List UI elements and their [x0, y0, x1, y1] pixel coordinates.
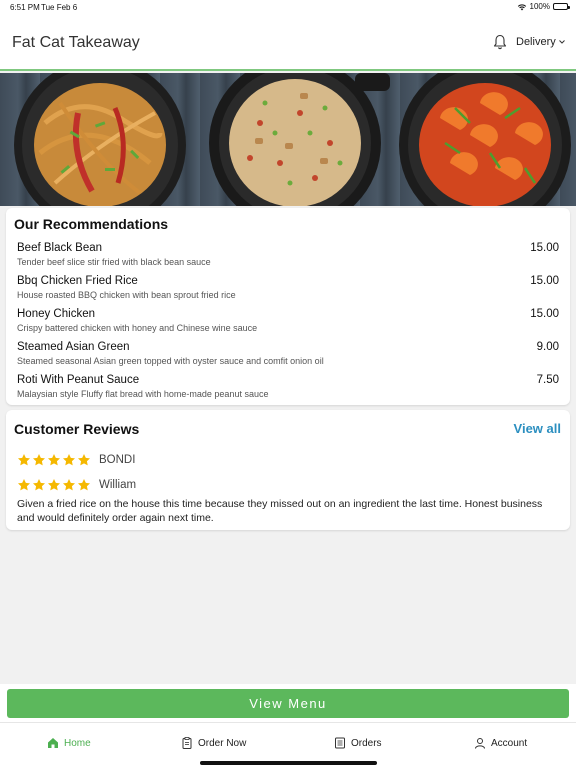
star-rating: [17, 478, 91, 492]
home-indicator: [200, 761, 377, 765]
menu-item-description: Steamed seasonal Asian green topped with…: [17, 356, 324, 366]
menu-item-description: Tender beef slice stir fried with black …: [17, 257, 211, 267]
hero-food-image: [0, 73, 576, 206]
star-icon: [77, 479, 91, 491]
menu-item-price: 7.50: [536, 374, 559, 386]
reviews-title: Customer Reviews: [14, 421, 140, 437]
star-icon: [77, 454, 91, 466]
menu-item-name: Honey Chicken: [17, 308, 95, 320]
chevron-down-icon[interactable]: [558, 38, 566, 46]
clipboard-icon: [182, 737, 192, 749]
menu-item-price: 9.00: [536, 341, 559, 353]
tab-label: Home: [64, 737, 91, 749]
home-icon: [48, 738, 58, 748]
tab-label: Order Now: [198, 737, 247, 749]
noodles-dish: [14, 73, 186, 206]
menu-item-price: 15.00: [530, 308, 559, 320]
star-icon: [32, 479, 46, 491]
menu-item[interactable]: Steamed Asian Green Steamed seasonal Asi…: [17, 341, 559, 371]
status-date: Tue Feb 6: [41, 3, 78, 12]
chilli-prawns-dish: [399, 73, 571, 206]
receipt-icon: [335, 737, 345, 749]
menu-item-description: Crispy battered chicken with honey and C…: [17, 323, 258, 333]
reviewer-name: William: [99, 479, 137, 491]
view-all-reviews-link[interactable]: View all: [514, 421, 561, 436]
status-time: 6:51 PM: [10, 3, 40, 12]
star-icon: [32, 454, 46, 466]
star-icon: [47, 479, 61, 491]
star-icon: [47, 454, 61, 466]
reviewer-name: BONDI: [99, 454, 136, 466]
wifi-icon: [517, 3, 526, 10]
review-header: BONDI: [17, 452, 135, 468]
review-text: Given a fried rice on the house this tim…: [17, 498, 543, 524]
menu-item-name: Bbq Chicken Fried Rice: [17, 275, 138, 287]
tab-home[interactable]: Home: [47, 737, 91, 749]
tab-account[interactable]: Account: [474, 737, 527, 749]
menu-item-description: Malaysian style Fluffy flat bread with h…: [17, 389, 269, 399]
recommendations-title: Our Recommendations: [14, 216, 169, 232]
recommendations-card: Our Recommendations Beef Black Bean Tend…: [6, 208, 570, 405]
status-right: 100%: [517, 2, 570, 11]
menu-item-price: 15.00: [530, 275, 559, 287]
star-icon: [17, 479, 31, 491]
tab-label: Orders: [351, 737, 382, 749]
menu-item[interactable]: Bbq Chicken Fried Rice House roasted BBQ…: [17, 275, 559, 305]
star-icon: [62, 479, 76, 491]
menu-item[interactable]: Roti With Peanut Sauce Malaysian style F…: [17, 374, 559, 404]
fried-rice-dish: [209, 73, 390, 206]
menu-item-name: Roti With Peanut Sauce: [17, 374, 140, 386]
menu-item[interactable]: Beef Black Bean Tender beef slice stir f…: [17, 242, 559, 272]
menu-item-description: House roasted BBQ chicken with bean spro…: [17, 290, 236, 300]
star-icon: [62, 454, 76, 466]
delivery-mode-select[interactable]: Delivery: [516, 36, 556, 48]
tab-order-now[interactable]: Order Now: [181, 737, 246, 749]
cta-bar: View Menu: [0, 684, 576, 722]
app-header: Fat Cat Takeaway Delivery: [0, 14, 576, 71]
menu-item-price: 15.00: [530, 242, 559, 254]
star-icon: [17, 454, 31, 466]
bottom-tab-bar: Home Order Now Orders Account: [0, 722, 576, 768]
tab-label: Account: [491, 737, 528, 749]
tab-orders[interactable]: Orders: [334, 737, 382, 749]
status-bar: 6:51 PM Tue Feb 6 100%: [0, 0, 576, 14]
battery-percent: 100%: [529, 2, 550, 11]
menu-item-name: Steamed Asian Green: [17, 341, 130, 353]
app-title: Fat Cat Takeaway: [12, 34, 140, 51]
review-header: William: [17, 477, 136, 493]
view-menu-button[interactable]: View Menu: [7, 689, 569, 718]
menu-item-name: Beef Black Bean: [17, 242, 103, 254]
bell-icon[interactable]: [493, 34, 507, 50]
battery-icon: [553, 3, 570, 10]
customer-reviews-card: Customer Reviews View all BONDI William …: [6, 410, 570, 530]
person-icon: [475, 738, 485, 749]
star-rating: [17, 453, 91, 467]
menu-item[interactable]: Honey Chicken Crispy battered chicken wi…: [17, 308, 559, 338]
